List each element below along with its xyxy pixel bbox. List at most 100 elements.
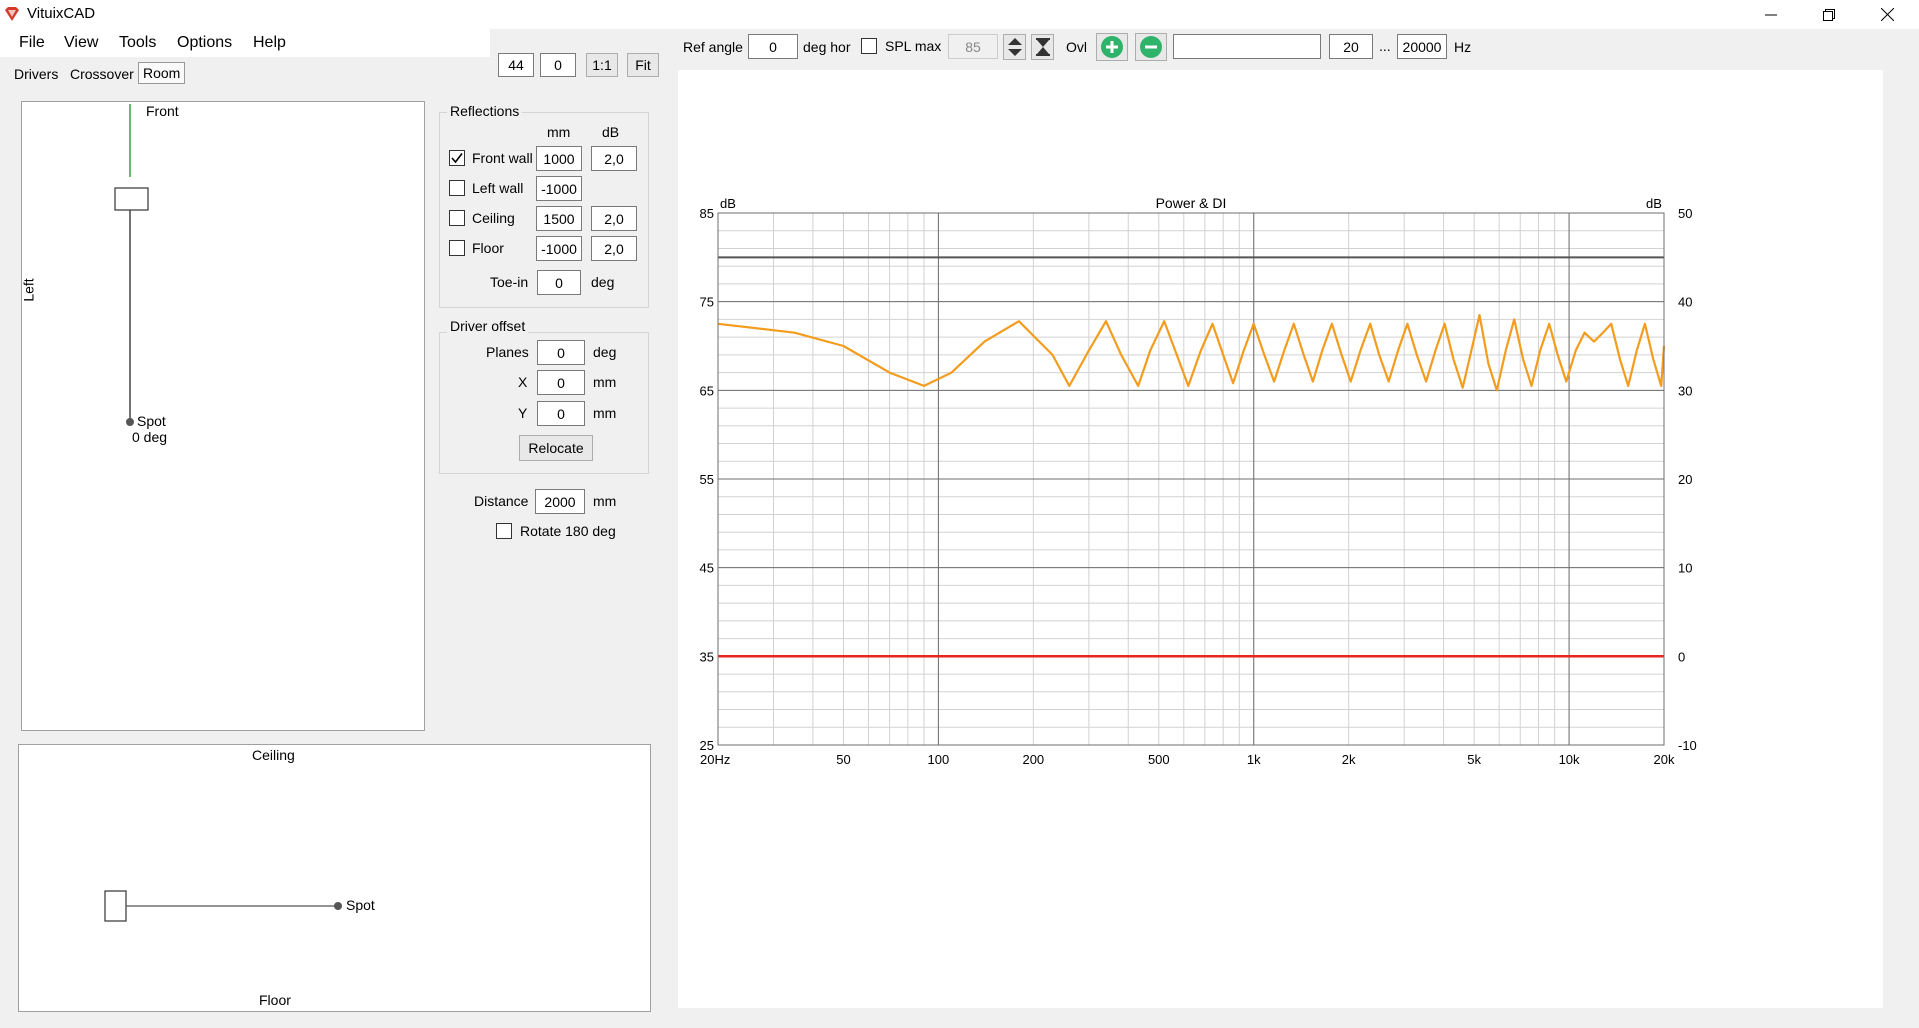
y-axis-right-unit: dB — [1646, 196, 1662, 211]
front-wall-label: Front wall — [472, 150, 533, 166]
minimize-button[interactable] — [1742, 0, 1800, 29]
left-wall-mm-field[interactable]: -1000 — [536, 176, 582, 201]
spl-max-label: SPL max — [885, 38, 942, 54]
floor-checkbox[interactable] — [449, 240, 465, 256]
ceiling-checkbox[interactable] — [449, 210, 465, 226]
menu-help[interactable]: Help — [253, 34, 286, 52]
planes-unit: deg — [593, 344, 617, 360]
tab-room[interactable]: Room — [138, 62, 186, 84]
front-wall-checkbox[interactable] — [449, 150, 465, 166]
spl-max-checkbox[interactable] — [861, 38, 877, 54]
spot-label-top: Spot — [137, 413, 166, 429]
y-tick-label-right: 20 — [1678, 472, 1692, 487]
add-overlay-button[interactable] — [1096, 33, 1128, 61]
speaker-box-top — [114, 187, 149, 211]
y-offset-label: Y — [518, 405, 528, 421]
x-offset-field[interactable]: 0 — [537, 370, 585, 395]
y-offset-field[interactable]: 0 — [537, 401, 585, 426]
zoom-field[interactable]: 44 — [498, 53, 534, 77]
menu-options[interactable]: Options — [177, 34, 232, 52]
y-tick-label-right: -10 — [1678, 738, 1697, 753]
y-tick-label-left: 45 — [700, 561, 714, 576]
front-label: Front — [146, 103, 179, 119]
ref-angle-field[interactable]: 0 — [748, 34, 798, 59]
offset-field[interactable]: 0 — [540, 53, 576, 77]
ref-angle-label: Ref angle — [683, 39, 743, 55]
toein-field[interactable]: 0 — [537, 270, 581, 295]
front-wall-mm-field[interactable]: 1000 — [536, 146, 582, 171]
db-column-header: dB — [602, 124, 620, 140]
floor-mm-field[interactable]: -1000 — [536, 236, 582, 261]
ceiling-mm-field[interactable]: 1500 — [536, 206, 582, 231]
plus-circle-icon — [1101, 36, 1123, 58]
y-tick-label-right: 0 — [1678, 649, 1685, 664]
floor-db-field[interactable]: 2,0 — [591, 236, 637, 261]
checkmark-icon — [451, 153, 463, 164]
y-tick-label-right: 40 — [1678, 295, 1692, 310]
spl-max-field[interactable]: 85 — [948, 34, 998, 59]
chart-panel: 20Hz 50 100 200 500 1k 2k 5k 10k 20k 25 35 45 55 65 75 8… — [678, 70, 1883, 1008]
tab-crossover[interactable]: Crossover — [66, 64, 138, 86]
x-offset-unit: mm — [593, 374, 617, 390]
ratio-button[interactable]: 1:1 — [586, 53, 618, 77]
planes-label: Planes — [486, 344, 529, 360]
close-button[interactable] — [1858, 0, 1916, 29]
top-view-pane[interactable]: Front Left Spot 0 deg — [21, 101, 425, 731]
title-bar: VituixCAD — [0, 0, 1919, 29]
floor-row-label: Floor — [472, 240, 504, 256]
x-offset-label: X — [518, 374, 528, 390]
side-view-drawing — [104, 890, 342, 922]
freq-unit: Hz — [1454, 39, 1472, 55]
up-down-arrows-icon — [1007, 38, 1022, 56]
overlay-name-field[interactable] — [1173, 34, 1321, 59]
rotate-checkbox[interactable] — [496, 523, 512, 539]
x-tick-label: 100 — [928, 752, 950, 767]
restore-button[interactable] — [1800, 0, 1858, 29]
y-tick-label-left: 55 — [700, 472, 714, 487]
spin-updown-button[interactable] — [1003, 34, 1026, 60]
spot-marker-top — [126, 418, 134, 426]
menu-view[interactable]: View — [64, 34, 98, 52]
hourglass-button[interactable] — [1031, 34, 1054, 60]
fit-button[interactable]: Fit — [627, 53, 659, 77]
ceiling-db-field[interactable]: 2,0 — [591, 206, 637, 231]
menu-file[interactable]: File — [19, 34, 45, 52]
toein-unit: deg — [591, 274, 615, 290]
side-view-pane[interactable]: Ceiling Floor Spot — [18, 744, 651, 1012]
menu-tools[interactable]: Tools — [119, 34, 156, 52]
y-tick-label-left: 65 — [700, 383, 714, 398]
ceiling-row-label: Ceiling — [472, 210, 515, 226]
tab-drivers[interactable]: Drivers — [10, 64, 62, 86]
relocate-button[interactable]: Relocate — [519, 435, 593, 461]
close-icon — [1880, 8, 1894, 21]
front-wall-db-field[interactable]: 2,0 — [591, 146, 637, 171]
distance-field[interactable]: 2000 — [535, 489, 585, 514]
freq-min-field[interactable]: 20 — [1329, 34, 1373, 59]
power-di-chart[interactable]: 20Hz 50 100 200 500 1k 2k 5k 10k 20k2535455565758… — [678, 70, 1883, 1008]
spot-marker-side — [334, 902, 342, 910]
chart-title: Power & DI — [1156, 195, 1227, 211]
top-view-drawing — [114, 104, 149, 426]
y-tick-label-left: 85 — [700, 206, 714, 221]
speaker-box-side — [104, 890, 127, 922]
power-response-line — [717, 313, 1666, 392]
x-tick-label: 1k — [1247, 752, 1261, 767]
app-logo-icon — [5, 7, 19, 21]
x-tick-label: 50 — [836, 752, 850, 767]
y-tick-label-right: 30 — [1678, 383, 1692, 398]
distance-unit: mm — [593, 493, 617, 509]
freq-max-field[interactable]: 20000 — [1397, 34, 1447, 59]
x-tick-label: 10k — [1559, 752, 1580, 767]
restore-icon — [1823, 8, 1835, 21]
tick-labels: 20Hz 50 100 200 500 1k 2k 5k 10k 20k2535455565758… — [700, 206, 1697, 767]
distance-label: Distance — [474, 493, 529, 509]
remove-overlay-button[interactable] — [1135, 33, 1167, 61]
left-wall-checkbox[interactable] — [449, 180, 465, 196]
planes-field[interactable]: 0 — [537, 340, 585, 365]
toein-label: Toe-in — [490, 274, 529, 290]
x-tick-label: 200 — [1022, 752, 1044, 767]
driver-offset-title: Driver offset — [447, 318, 529, 334]
y-tick-label-left: 25 — [700, 738, 714, 753]
minus-circle-icon — [1140, 36, 1162, 58]
ceiling-label: Ceiling — [252, 747, 295, 763]
